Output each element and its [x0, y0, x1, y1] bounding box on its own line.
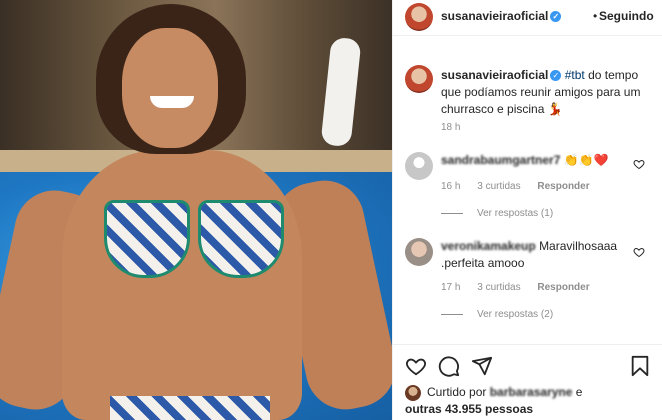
comment-meta: 16 h 3 curtidas Responder — [441, 181, 604, 192]
view-replies[interactable]: Ver respostas (1) — [441, 208, 553, 219]
caption-timestamp[interactable]: 18 h — [441, 122, 460, 133]
caption-text: susanavieiraoficial ✓ #tbt do tempo que p… — [441, 67, 653, 118]
comment-heart-icon[interactable] — [633, 246, 645, 258]
commenter-avatar[interactable] — [405, 152, 433, 180]
comment-time[interactable]: 16 h — [441, 181, 460, 192]
author-username-text[interactable]: susanavieiraoficial — [441, 9, 548, 23]
verified-badge-icon: ✓ — [550, 70, 562, 82]
comment-heart-icon[interactable] — [633, 158, 645, 170]
comment-likes[interactable]: 3 curtidas — [477, 282, 520, 293]
replies-divider — [441, 212, 463, 214]
comment-likes[interactable]: 3 curtidas — [477, 181, 520, 192]
share-icon[interactable] — [471, 355, 493, 377]
comment-meta: 17 h 3 curtidas Responder — [441, 282, 604, 293]
author-avatar[interactable] — [405, 3, 433, 31]
view-replies[interactable]: Ver respostas (2) — [441, 309, 553, 320]
liked-by-conjunction: e — [575, 385, 583, 399]
comment-body: 👏👏❤️ — [563, 153, 609, 167]
author-username[interactable]: susanavieiraoficial ✓ — [441, 9, 562, 23]
post-side-panel: susanavieiraoficial ✓ • Seguindo susanavi… — [392, 0, 662, 420]
smile — [150, 96, 194, 108]
hashtag-link[interactable]: #tbt — [565, 68, 585, 82]
caption-username[interactable]: susanavieiraoficial — [441, 68, 548, 82]
reply-button[interactable]: Responder — [537, 282, 589, 293]
comment-text: sandrabaumgartner7 👏👏❤️ — [441, 152, 637, 169]
replies-divider — [441, 313, 463, 315]
view-replies-label[interactable]: Ver respostas (1) — [477, 208, 553, 219]
comment-icon[interactable] — [438, 355, 460, 377]
post-header: susanavieiraoficial ✓ • Seguindo — [393, 0, 662, 36]
post-photo[interactable] — [0, 0, 392, 420]
heart-icon[interactable] — [405, 355, 427, 377]
separator-dot: • — [593, 9, 598, 23]
bikini-top-left — [104, 200, 190, 278]
others-count-link[interactable]: outras 43.955 pessoas — [405, 402, 533, 416]
liker-username[interactable]: barbarasaryne — [490, 385, 573, 399]
commenter-username[interactable]: veronikamakeup — [441, 239, 536, 253]
commenter-username[interactable]: sandrabaumgartner7 — [441, 153, 560, 167]
liked-by-summary: Curtido por barbarasaryne e outras 43.95… — [405, 384, 655, 417]
commenter-avatar[interactable] — [405, 238, 433, 266]
bookmark-icon[interactable] — [629, 355, 651, 377]
caption-avatar[interactable] — [405, 65, 433, 93]
bikini-bottom — [110, 396, 270, 420]
following-button[interactable]: Seguindo — [599, 9, 654, 23]
torso — [62, 150, 302, 420]
comment-time[interactable]: 17 h — [441, 282, 460, 293]
bikini-top-right — [198, 200, 284, 278]
action-bar — [393, 344, 662, 384]
liker-avatar[interactable] — [405, 384, 421, 401]
liked-by-prefix: Curtido por — [427, 385, 487, 399]
reply-button[interactable]: Responder — [537, 181, 589, 192]
comment-text: veronikamakeup Maravilhosaaa .perfeita a… — [441, 238, 637, 272]
verified-badge-icon: ✓ — [550, 11, 562, 23]
face — [122, 28, 218, 148]
view-replies-label[interactable]: Ver respostas (2) — [477, 309, 553, 320]
